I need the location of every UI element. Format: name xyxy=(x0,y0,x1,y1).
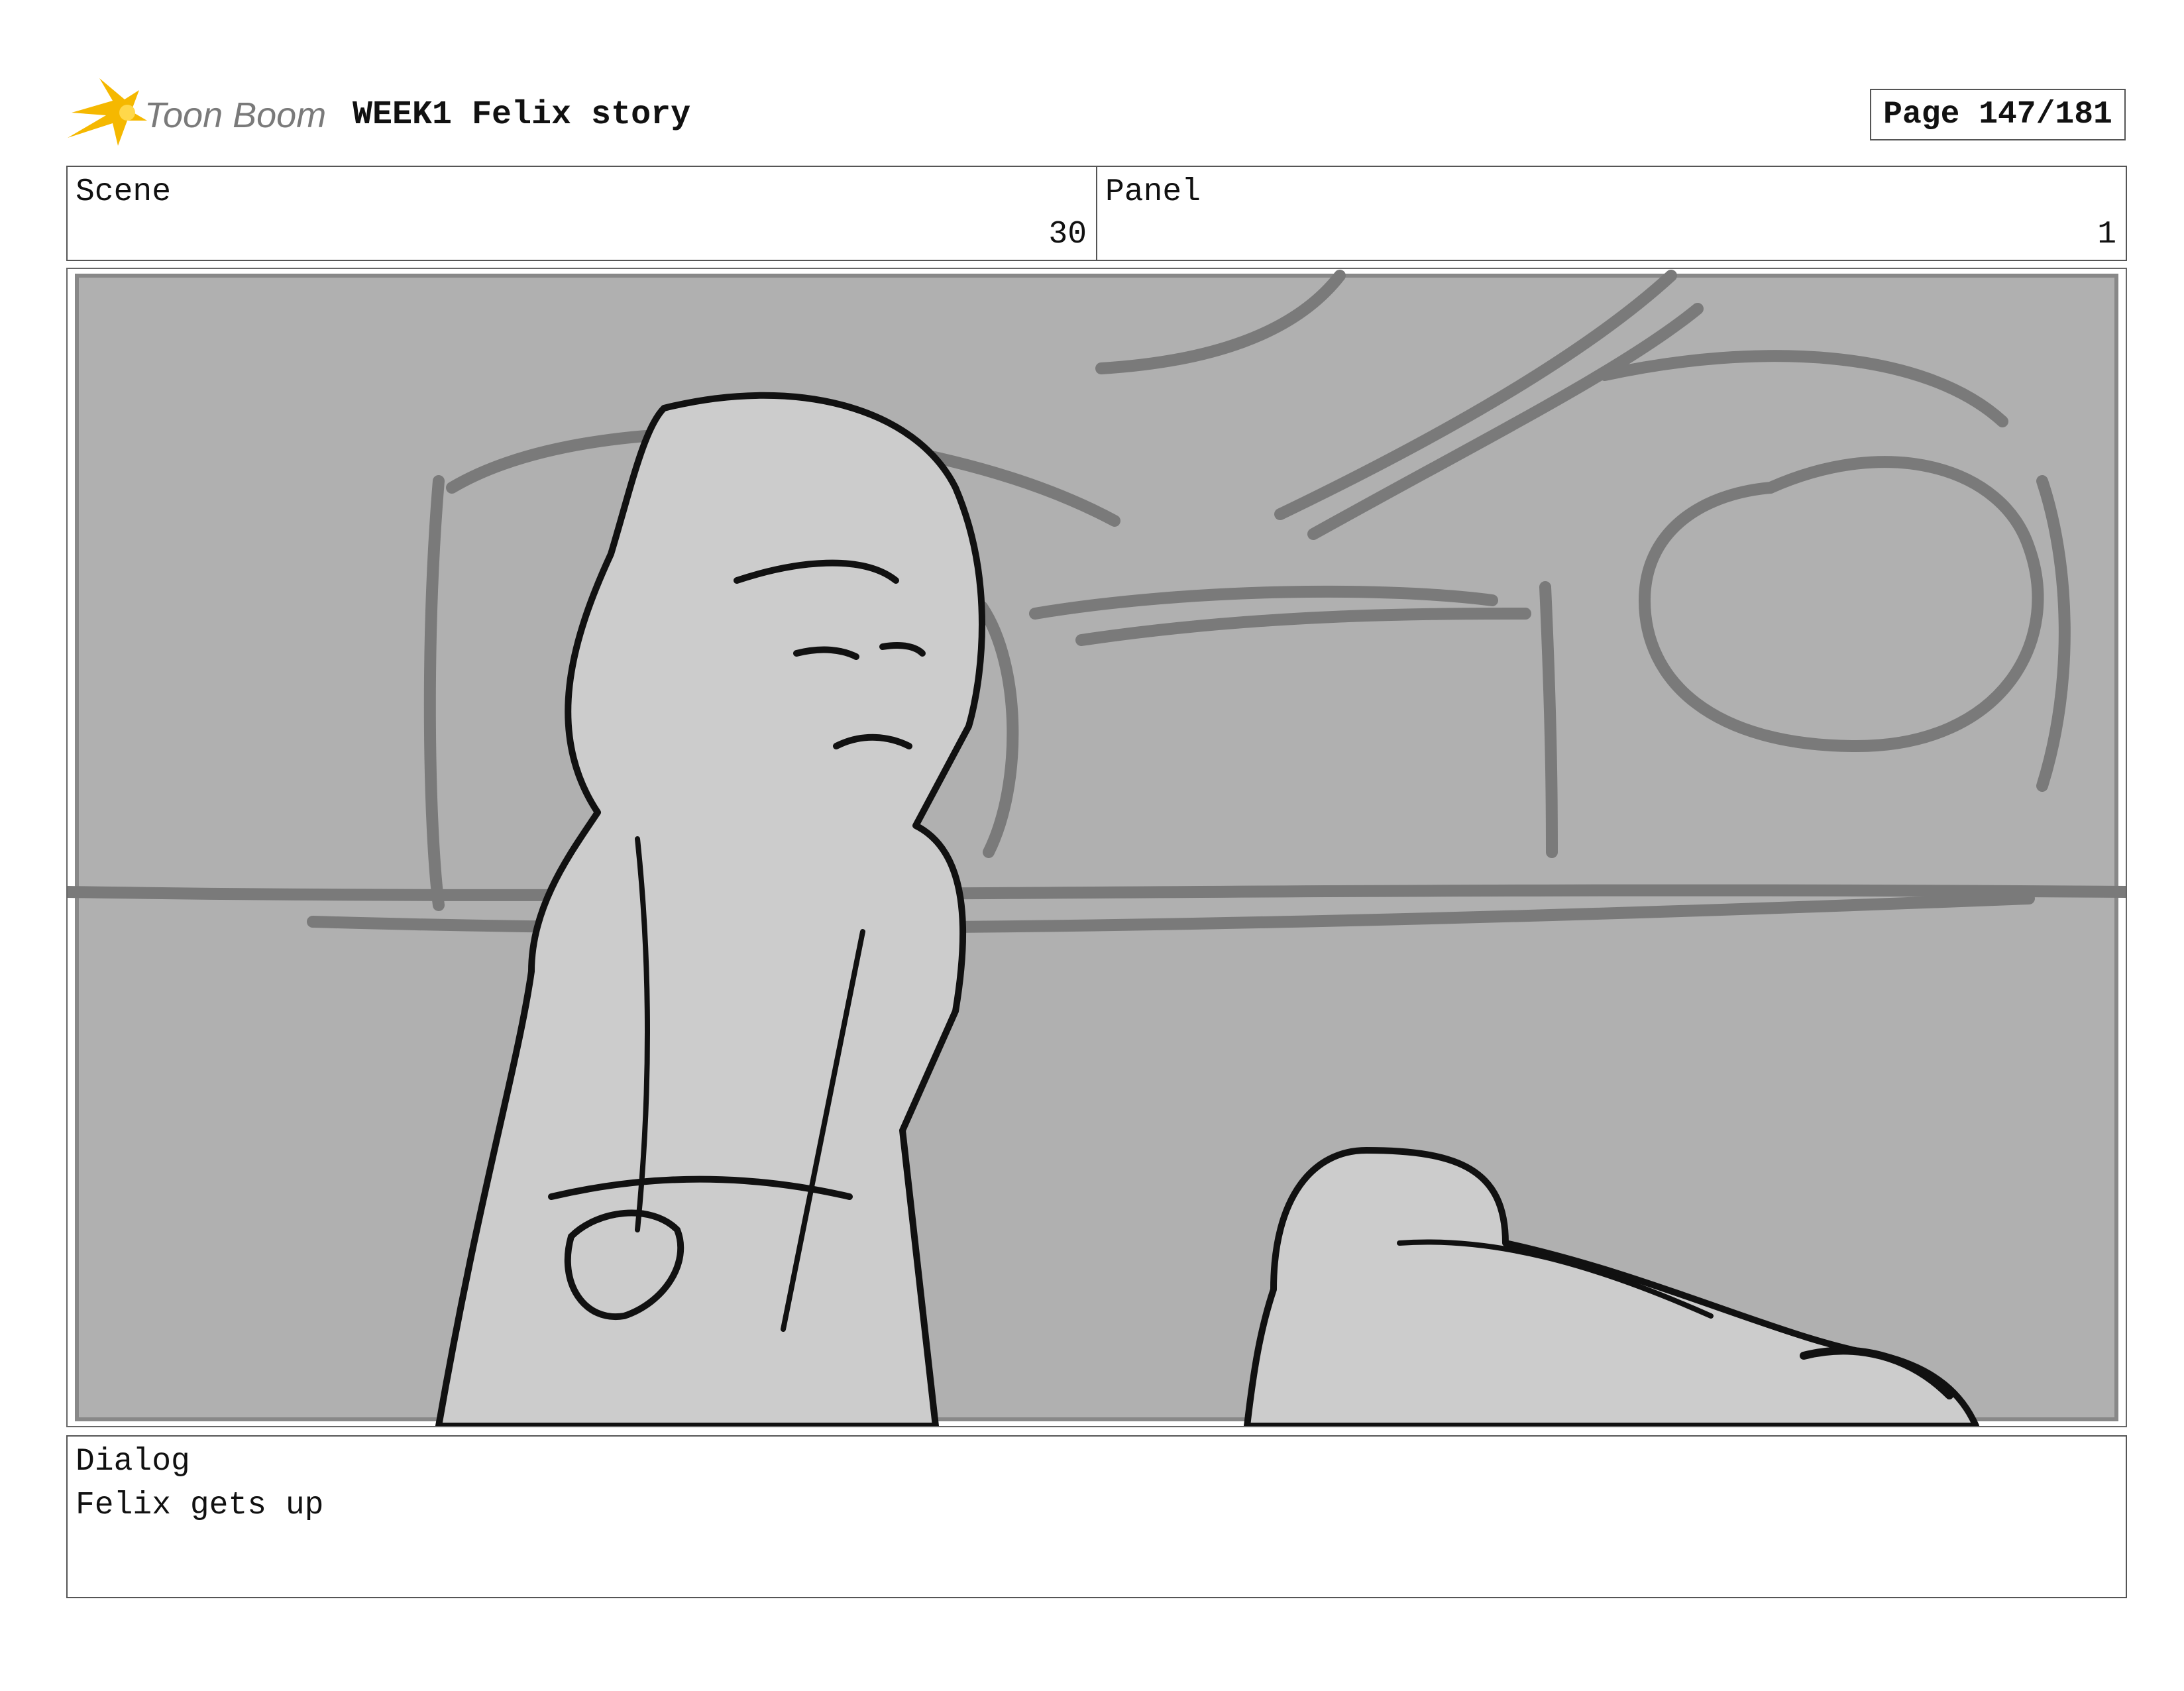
scene-panel-row: Scene 30 Panel 1 xyxy=(66,166,2127,261)
storyboard-frame xyxy=(66,268,2127,1427)
dialog-label: Dialog xyxy=(76,1444,190,1480)
dialog-text: Felix gets up xyxy=(76,1488,324,1523)
panel-value: 1 xyxy=(2097,217,2116,252)
scene-label: Scene xyxy=(76,174,172,210)
scene-cell: Scene 30 xyxy=(68,167,1097,260)
page-number: Page 147/181 xyxy=(1870,89,2126,140)
storyboard-sketch xyxy=(68,270,2126,1426)
project-title: WEEK1 Felix story xyxy=(353,96,691,134)
logo-text: Toon Boom xyxy=(144,95,326,135)
toon-boom-logo: Toon Boom xyxy=(66,74,331,151)
dialog-box: Dialog Felix gets up xyxy=(66,1435,2127,1598)
starburst-icon xyxy=(68,78,147,146)
toon-boom-logo-graphic: Toon Boom xyxy=(68,78,326,146)
scene-value: 30 xyxy=(1048,217,1087,252)
panel-cell: Panel 1 xyxy=(1097,167,2126,260)
panel-label: Panel xyxy=(1105,174,1201,210)
